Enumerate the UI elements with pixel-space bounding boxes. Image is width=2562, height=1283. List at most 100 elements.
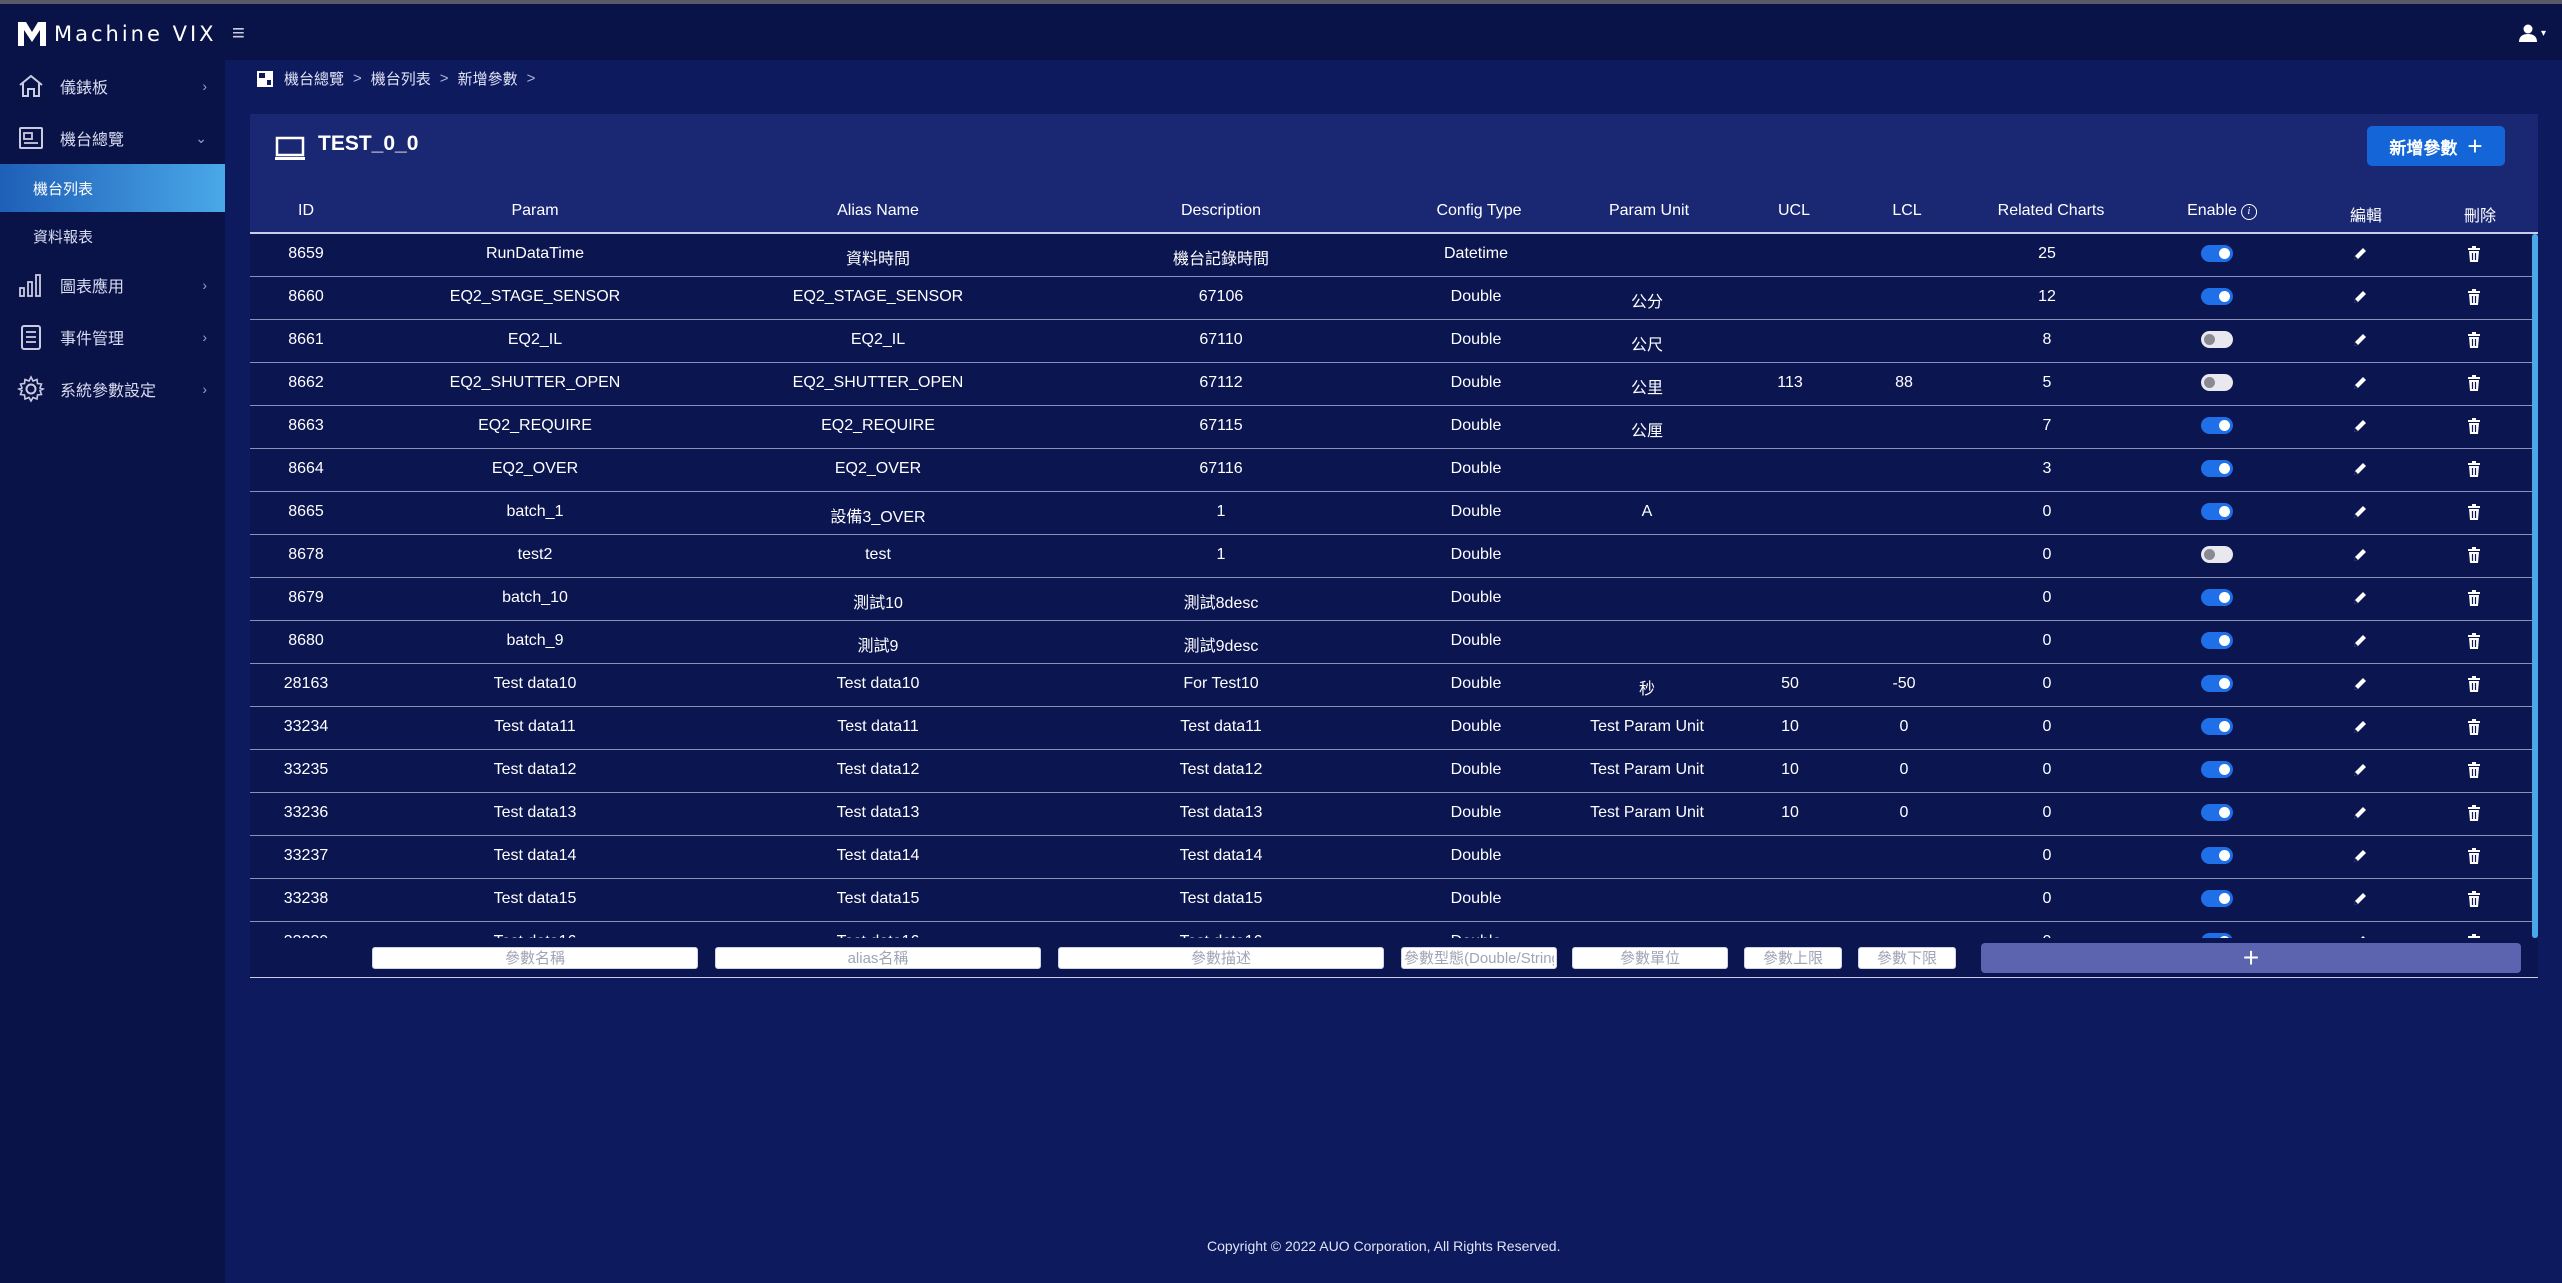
enable-toggle[interactable] (2201, 675, 2233, 692)
trash-icon[interactable] (2465, 546, 2483, 564)
edit-pencil-icon[interactable] (2351, 460, 2369, 478)
edit-pencil-icon[interactable] (2351, 890, 2369, 908)
enable-toggle[interactable] (2201, 331, 2233, 348)
cell-lcl: 0 (1899, 761, 1909, 778)
table-row: 28163 Test data10 Test data10 For Test10 Dou… (250, 664, 2532, 707)
trash-icon[interactable] (2465, 288, 2483, 306)
enable-toggle[interactable] (2201, 804, 2233, 821)
cell-ucl: 50 (1781, 675, 1799, 692)
edit-pencil-icon[interactable] (2351, 546, 2369, 564)
trash-icon[interactable] (2465, 245, 2483, 263)
trash-icon[interactable] (2465, 890, 2483, 908)
app-logo[interactable]: Machine VIX (16, 18, 217, 50)
edit-pencil-icon[interactable] (2351, 288, 2369, 306)
cell-description: 67106 (1198, 288, 1244, 305)
add-row-button[interactable]: + (1981, 943, 2521, 973)
param-description-input[interactable] (1058, 947, 1384, 969)
col-header-param-unit[interactable]: Param Unit (1609, 202, 1689, 220)
breadcrumb-machine-list[interactable]: 機台列表 (371, 68, 431, 89)
col-header-ucl[interactable]: UCL (1778, 202, 1810, 220)
cell-param: EQ2_SHUTTER_OPEN (449, 374, 621, 391)
edit-pencil-icon[interactable] (2351, 675, 2369, 693)
cell-description: Test data14 (1179, 847, 1263, 864)
param-unit-input[interactable] (1572, 947, 1728, 969)
add-param-button[interactable]: 新增參數 + (2367, 126, 2505, 166)
enable-toggle[interactable] (2201, 847, 2233, 864)
enable-toggle[interactable] (2201, 589, 2233, 606)
toggle-knob (2219, 893, 2230, 904)
cell-id: 8680 (288, 632, 324, 649)
col-header-config-type[interactable]: Config Type (1436, 202, 1521, 220)
col-header-param[interactable]: Param (511, 202, 558, 220)
col-header-lcl[interactable]: LCL (1892, 202, 1921, 220)
trash-icon[interactable] (2465, 675, 2483, 693)
trash-icon[interactable] (2465, 331, 2483, 349)
param-ucl-input[interactable] (1744, 947, 1842, 969)
edit-pencil-icon[interactable] (2351, 632, 2369, 650)
sidebar-subitem-data-report[interactable]: 資料報表 (0, 212, 225, 260)
trash-icon[interactable] (2465, 503, 2483, 521)
edit-pencil-icon[interactable] (2351, 331, 2369, 349)
param-name-input[interactable] (372, 947, 698, 969)
cell-description: 67112 (1199, 374, 1243, 391)
col-header-enable[interactable]: Enable i (2187, 202, 2257, 220)
col-header-related-charts[interactable]: Related Charts (1998, 202, 2105, 220)
breadcrumb-machine-overview[interactable]: 機台總覽 (284, 68, 344, 89)
cell-param: EQ2_IL (507, 331, 563, 348)
edit-pencil-icon[interactable] (2351, 503, 2369, 521)
trash-icon[interactable] (2465, 718, 2483, 736)
new-param-row: + (250, 938, 2538, 978)
trash-icon[interactable] (2465, 804, 2483, 822)
trash-icon[interactable] (2465, 847, 2483, 865)
col-header-id[interactable]: ID (298, 202, 314, 220)
col-header-description[interactable]: Description (1181, 202, 1261, 220)
enable-toggle[interactable] (2201, 890, 2233, 907)
trash-icon[interactable] (2465, 589, 2483, 607)
table-row: 33237 Test data14 Test data14 Test data14 Do… (250, 836, 2532, 879)
enable-toggle[interactable] (2201, 632, 2233, 649)
param-type-input[interactable] (1401, 947, 1557, 969)
edit-pencil-icon[interactable] (2351, 589, 2369, 607)
trash-icon[interactable] (2465, 460, 2483, 478)
info-icon[interactable]: i (2240, 204, 2257, 220)
sidebar-item-system-settings[interactable]: 系統參數設定 › (0, 364, 225, 414)
cell-id: 33237 (283, 847, 329, 864)
edit-pencil-icon[interactable] (2351, 718, 2369, 736)
enable-toggle[interactable] (2201, 417, 2233, 434)
edit-pencil-icon[interactable] (2351, 417, 2369, 435)
enable-toggle[interactable] (2201, 761, 2233, 778)
user-menu[interactable]: ▾ (2517, 22, 2546, 44)
edit-pencil-icon[interactable] (2351, 245, 2369, 263)
enable-toggle[interactable] (2201, 460, 2233, 477)
sidebar-item-label: 事件管理 (60, 331, 125, 348)
enable-toggle[interactable] (2201, 503, 2233, 520)
trash-icon[interactable] (2465, 761, 2483, 779)
table-row: 8659 RunDataTime 資料時間 機台記錄時間 Datetime 25 (250, 234, 2532, 277)
sidebar-subitem-machine-list[interactable]: 機台列表 (0, 164, 225, 212)
edit-pencil-icon[interactable] (2351, 847, 2369, 865)
alias-name-input[interactable] (715, 947, 1041, 969)
scrollbar-thumb[interactable] (2532, 234, 2538, 938)
sidebar-item-chart-apps[interactable]: 圖表應用 › (0, 260, 225, 310)
hamburger-menu-icon[interactable]: ≡ (232, 20, 245, 46)
enable-toggle[interactable] (2201, 245, 2233, 262)
edit-pencil-icon[interactable] (2351, 804, 2369, 822)
trash-icon[interactable] (2465, 632, 2483, 650)
trash-icon[interactable] (2465, 417, 2483, 435)
sidebar-item-dashboard[interactable]: 儀錶板 › (0, 61, 225, 111)
sidebar-item-event-management[interactable]: 事件管理 › (0, 312, 225, 362)
enable-toggle[interactable] (2201, 374, 2233, 391)
param-lcl-input[interactable] (1858, 947, 1956, 969)
trash-icon[interactable] (2465, 374, 2483, 392)
sidebar-item-machine-overview[interactable]: 機台總覽 ⌄ (0, 113, 225, 163)
edit-pencil-icon[interactable] (2351, 374, 2369, 392)
table-scrollbar[interactable] (2532, 234, 2538, 938)
col-header-alias[interactable]: Alias Name (837, 202, 919, 220)
cell-id: 33236 (283, 804, 329, 821)
edit-pencil-icon[interactable] (2351, 761, 2369, 779)
enable-toggle[interactable] (2201, 288, 2233, 305)
table-body[interactable]: 8659 RunDataTime 資料時間 機台記錄時間 Datetime 25 8660 E… (250, 234, 2532, 938)
enable-toggle[interactable] (2201, 718, 2233, 735)
cell-alias: 資料時間 (845, 251, 911, 268)
enable-toggle[interactable] (2201, 546, 2233, 563)
